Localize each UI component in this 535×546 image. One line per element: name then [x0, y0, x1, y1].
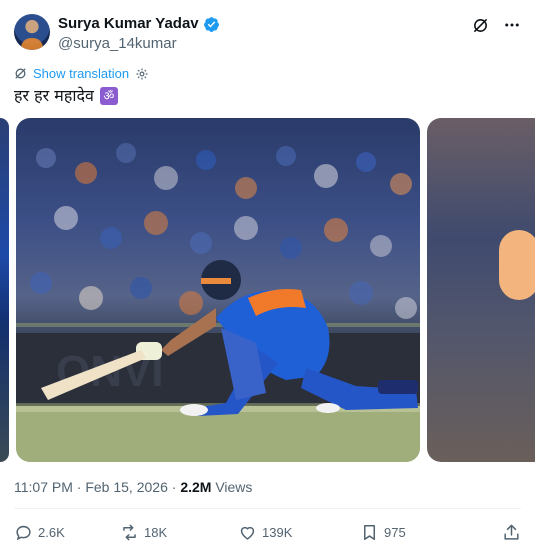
- display-name-row[interactable]: Surya Kumar Yadav: [58, 14, 220, 34]
- tweet-header: Surya Kumar Yadav @surya_14kumar: [14, 14, 521, 54]
- translate-icon: [15, 68, 26, 79]
- meta-separator-2: ·: [171, 479, 177, 495]
- om-emoji-icon: ॐ: [99, 87, 118, 105]
- previous-image[interactable]: [0, 118, 9, 462]
- engagement-bar: 2.6K 18K 139K 975: [14, 521, 521, 543]
- gear-icon[interactable]: [135, 67, 149, 81]
- show-translation-label[interactable]: Show translation: [33, 66, 129, 81]
- author-names: Surya Kumar Yadav @surya_14kumar: [58, 14, 220, 54]
- divider: [14, 508, 521, 509]
- tweet-time[interactable]: 11:07 PM: [14, 479, 73, 495]
- grok-icon[interactable]: [471, 16, 489, 34]
- top-actions: [471, 16, 521, 34]
- views-label: Views: [215, 479, 253, 495]
- cricket-scene: ONVI: [16, 143, 420, 462]
- verified-badge-icon: [203, 16, 219, 32]
- bookmark-count: 975: [384, 524, 406, 540]
- share-icon: [504, 524, 519, 540]
- tweet-meta: 11:07 PM · Feb 15, 2026 · 2.2M Views: [14, 479, 252, 495]
- display-name[interactable]: Surya Kumar Yadav: [58, 14, 199, 34]
- meta-separator: ·: [76, 479, 82, 495]
- avatar[interactable]: [14, 14, 50, 50]
- repost-count: 18K: [144, 524, 168, 540]
- heart-icon: [240, 526, 255, 540]
- like-button[interactable]: 139K: [238, 523, 360, 542]
- show-translation[interactable]: Show translation: [14, 66, 149, 81]
- media-carousel[interactable]: ONVI: [0, 118, 535, 462]
- more-options-icon[interactable]: [503, 16, 521, 34]
- tweet-date[interactable]: Feb 15, 2026: [85, 479, 168, 495]
- bookmark-icon: [363, 524, 376, 540]
- repost-button[interactable]: 18K: [120, 523, 238, 542]
- views-count: 2.2M: [180, 479, 212, 495]
- reply-button[interactable]: 2.6K: [14, 523, 120, 542]
- next-image[interactable]: [427, 118, 535, 462]
- handle[interactable]: @surya_14kumar: [58, 34, 220, 54]
- repost-icon: [123, 524, 136, 540]
- bookmark-button[interactable]: 975: [360, 523, 482, 542]
- reply-icon: [16, 525, 31, 540]
- tweet-text-content: हर हर महादेव: [14, 86, 94, 105]
- tweet-text: हर हर महादेव ॐ: [14, 85, 118, 107]
- like-count: 139K: [262, 524, 293, 540]
- share-button[interactable]: [502, 523, 521, 542]
- main-image[interactable]: ONVI: [16, 118, 420, 462]
- reply-count: 2.6K: [38, 524, 65, 540]
